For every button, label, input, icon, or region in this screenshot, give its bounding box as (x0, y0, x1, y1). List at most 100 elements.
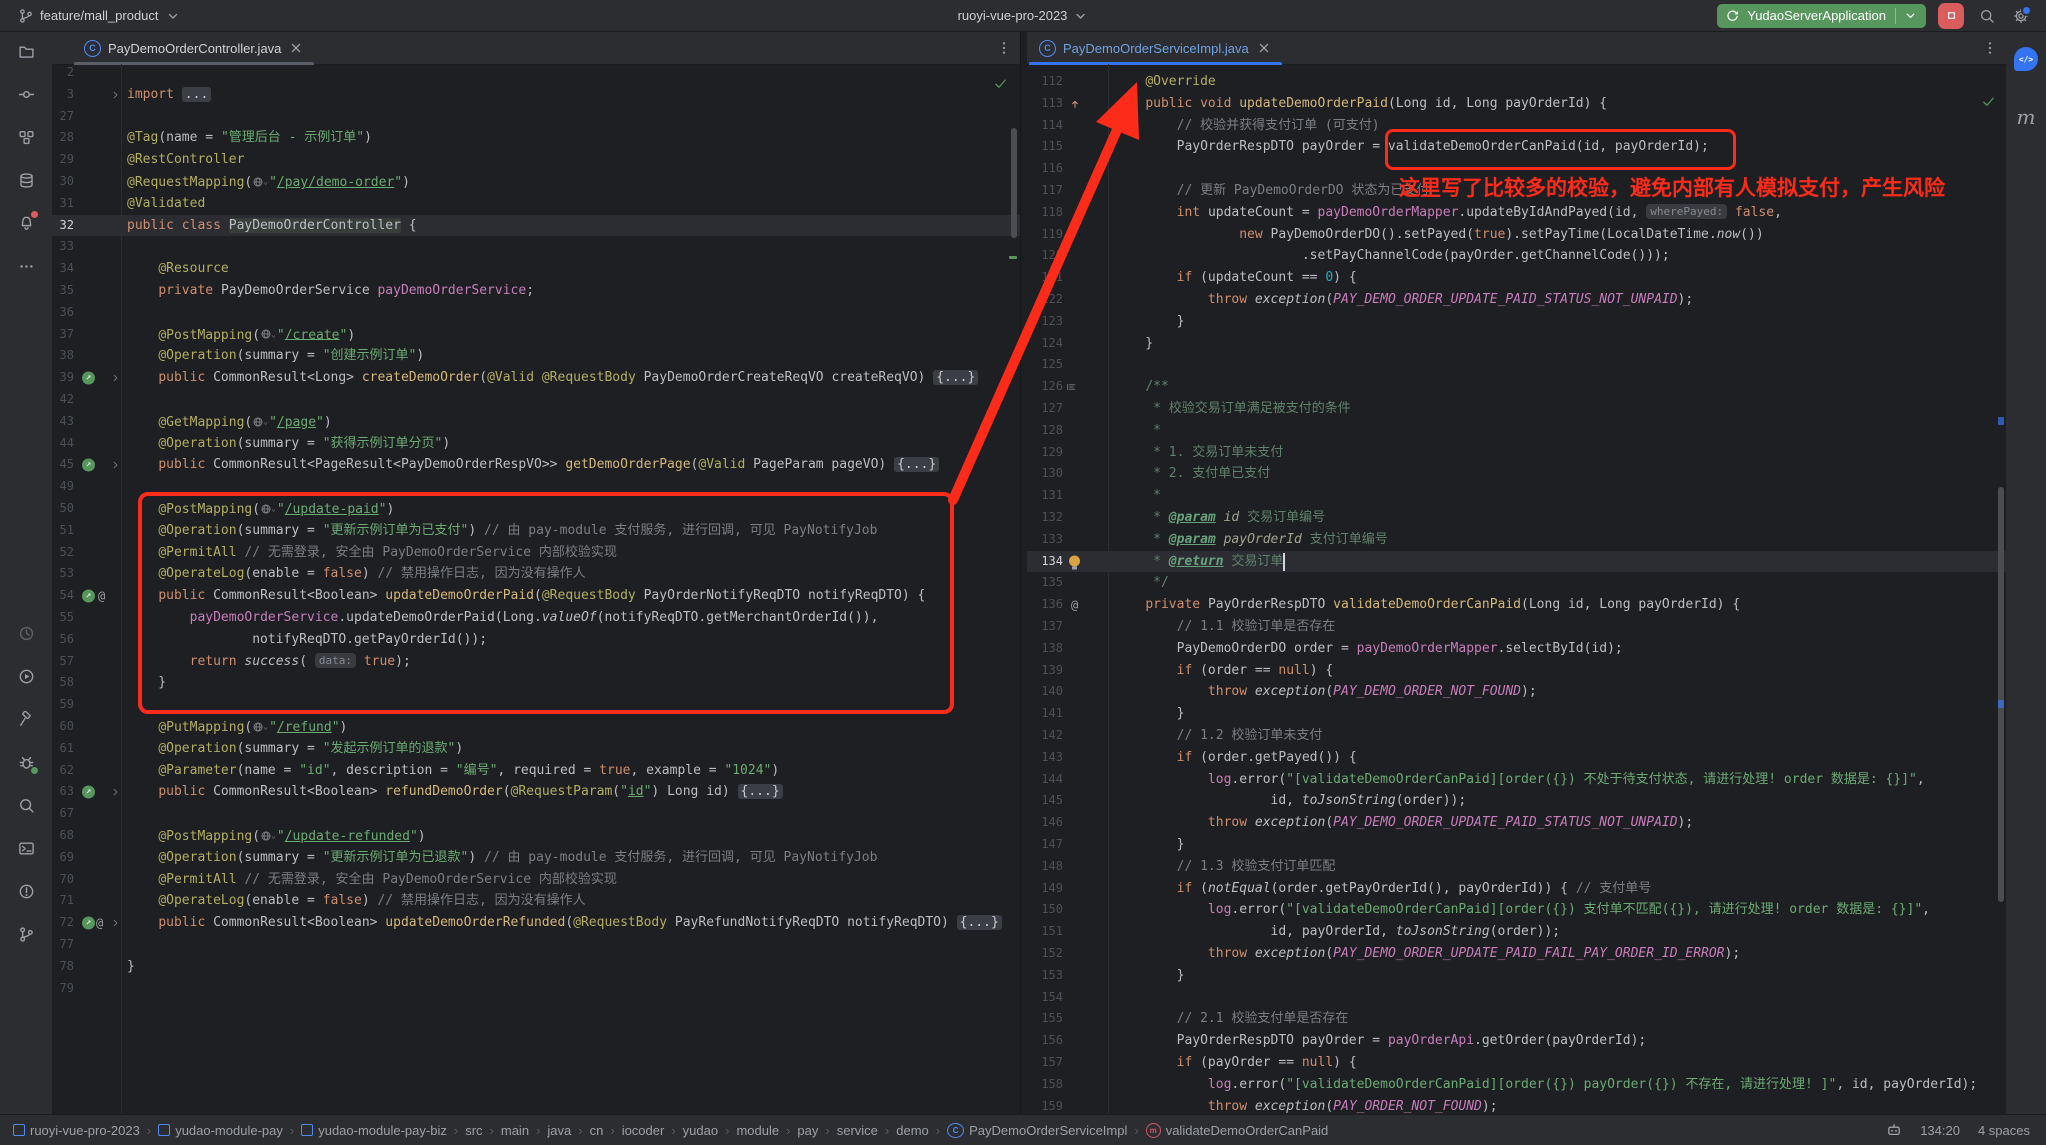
code-text: id, toJsonString(order)); (1114, 790, 1466, 812)
chevron-down-icon (1072, 8, 1088, 24)
line-number: 139 (1027, 660, 1063, 682)
vertical-scrollbar[interactable] (1998, 487, 2004, 902)
code-line-150: 150 log.error("[validateDemoOrderCanPaid… (1027, 899, 2006, 921)
breadcrumb-item[interactable]: yudao-module-pay-biz (298, 1121, 450, 1140)
vertical-scrollbar[interactable] (1011, 128, 1017, 238)
more-options-icon[interactable] (996, 40, 1012, 56)
fold-gutter-icon[interactable] (110, 460, 121, 471)
code-line-141: 141 } (1027, 703, 2006, 725)
right-tool-stripe: </> m (2005, 32, 2046, 1115)
fold-gutter-icon[interactable] (110, 373, 121, 384)
more-options-icon[interactable] (1982, 40, 1998, 56)
code-text: return success( data: true); (127, 651, 411, 673)
line-number: 146 (1027, 812, 1063, 834)
profiler-icon[interactable] (13, 620, 39, 646)
breadcrumb-item[interactable]: iocoder (619, 1121, 668, 1140)
code-line-126: 126 /** (1027, 376, 2006, 398)
structure-icon[interactable] (13, 124, 39, 150)
caret-position[interactable]: 134:20 (1920, 1123, 1960, 1138)
problems-icon[interactable] (13, 878, 39, 904)
ai-status-icon[interactable] (1886, 1122, 1902, 1138)
inspections-ok-icon[interactable] (993, 76, 1008, 91)
breadcrumb-item[interactable]: main (498, 1121, 532, 1140)
fold-gutter-icon[interactable] (110, 787, 121, 798)
api-gutter-icon[interactable]: ↗ (82, 459, 95, 472)
close-icon[interactable] (1256, 40, 1272, 56)
code-text: * @param id 交易订单编号 (1114, 507, 1325, 529)
project-widget[interactable]: ruoyi-vue-pro-2023 (958, 8, 1089, 24)
api-gutter-icon[interactable]: ↗ (82, 590, 95, 603)
breadcrumb-item[interactable]: cn (587, 1121, 607, 1140)
version-control-icon[interactable] (13, 921, 39, 947)
services-icon[interactable] (13, 663, 39, 689)
api-gutter-icon[interactable]: ↗ (82, 786, 95, 799)
api-gutter-icon[interactable]: ↗ (82, 372, 95, 385)
editor-pane-left[interactable]: C PayDemoOrderController.java 23import .… (52, 32, 1020, 1115)
stop-button[interactable] (1938, 3, 1964, 29)
chevron-down-icon[interactable] (1903, 8, 1918, 23)
breadcrumb-item[interactable]: CPayDemoOrderServiceImpl (944, 1121, 1130, 1140)
inspections-ok-icon[interactable] (1981, 94, 1996, 109)
run-configuration-button[interactable]: YudaoServerApplication (1717, 4, 1926, 28)
http-method-globe-icon[interactable]: ⌄ (252, 171, 268, 193)
at-gutter-icon[interactable]: @ (96, 916, 103, 930)
debug-icon[interactable] (13, 749, 39, 775)
bulb-gutter-icon[interactable] (1069, 556, 1080, 567)
at-gutter-icon[interactable]: @ (1071, 598, 1078, 612)
project-name: ruoyi-vue-pro-2023 (958, 8, 1068, 23)
notifications-icon[interactable] (13, 210, 39, 236)
terminal-icon[interactable] (13, 835, 39, 861)
code-text: public CommonResult<Long> createDemoOrde… (127, 367, 978, 389)
breadcrumb-item[interactable]: demo (893, 1121, 932, 1140)
more-tool-windows-icon[interactable] (13, 253, 39, 279)
override-gutter-icon[interactable] (1069, 98, 1081, 110)
database-icon[interactable] (13, 167, 39, 193)
http-method-globe-icon[interactable]: ⌄ (260, 324, 276, 346)
code-text: import ... (127, 84, 211, 106)
line-number: 113 (1027, 93, 1063, 115)
api-gutter-icon[interactable]: ↗ (82, 917, 95, 930)
fold-gutter-icon[interactable] (110, 918, 121, 929)
code-text: @Operation(summary = "更新示例订单为已支付") // 由 … (127, 520, 877, 542)
commit-icon[interactable] (13, 81, 39, 107)
code-text: notifyReqDTO.getPayOrderId()); (127, 629, 487, 651)
settings-button[interactable] (2010, 5, 2032, 27)
lines-gutter-icon[interactable] (1065, 381, 1077, 393)
code-editor-right[interactable]: 112 @Override113 public void updateDemoO… (1027, 64, 2006, 1115)
breadcrumb-item[interactable]: service (834, 1121, 881, 1140)
code-text: } (1114, 311, 1184, 333)
breadcrumb-item[interactable]: yudao (680, 1121, 721, 1140)
code-line-125: 125 (1027, 354, 2006, 376)
build-icon[interactable] (13, 706, 39, 732)
code-line-114: 114 // 校验并获得支付订单 (可支付) (1027, 115, 2006, 137)
http-method-globe-icon[interactable]: ⌄ (260, 498, 276, 520)
breadcrumb-item[interactable]: module (733, 1121, 782, 1140)
breadcrumb-item[interactable]: pay (794, 1121, 821, 1140)
http-method-globe-icon[interactable]: ⌄ (252, 411, 268, 433)
find-icon[interactable] (13, 792, 39, 818)
code-text: if (updateCount == 0) { (1114, 267, 1357, 289)
code-line-143: 143 if (order.getPayed()) { (1027, 747, 2006, 769)
line-number: 71 (52, 890, 74, 912)
breadcrumb-item[interactable]: java (544, 1121, 574, 1140)
project-folder-icon[interactable] (13, 38, 39, 64)
breadcrumb-item[interactable]: ruoyi-vue-pro-2023 (10, 1121, 143, 1140)
at-gutter-icon[interactable]: @ (98, 589, 105, 603)
close-icon[interactable] (288, 40, 304, 56)
line-number: 148 (1027, 856, 1063, 878)
pane-splitter[interactable] (1020, 32, 1027, 1115)
http-method-globe-icon[interactable]: ⌄ (260, 825, 276, 847)
tab-paydemoordercontroller[interactable]: C PayDemoOrderController.java (74, 32, 314, 64)
breadcrumb-item[interactable]: yudao-module-pay (155, 1121, 286, 1140)
code-editor-left[interactable]: 23import ...2728@Tag(name = "管理后台 - 示例订单… (52, 64, 1020, 1115)
breadcrumb-item[interactable]: mvalidateDemoOrderCanPaid (1143, 1121, 1332, 1140)
ai-assistant-icon[interactable]: </> (2013, 46, 2039, 72)
http-method-globe-icon[interactable]: ⌄ (252, 716, 268, 738)
tab-paydemoorderserviceimpl[interactable]: C PayDemoOrderServiceImpl.java (1029, 32, 1282, 64)
maven-icon[interactable]: m (2013, 104, 2039, 130)
fold-gutter-icon[interactable] (110, 89, 121, 100)
vcs-branch-widget[interactable]: feature/mall_product (12, 5, 187, 27)
indent-setting[interactable]: 4 spaces (1978, 1123, 2030, 1138)
breadcrumb-item[interactable]: src (462, 1121, 485, 1140)
search-everywhere-button[interactable] (1976, 5, 1998, 27)
